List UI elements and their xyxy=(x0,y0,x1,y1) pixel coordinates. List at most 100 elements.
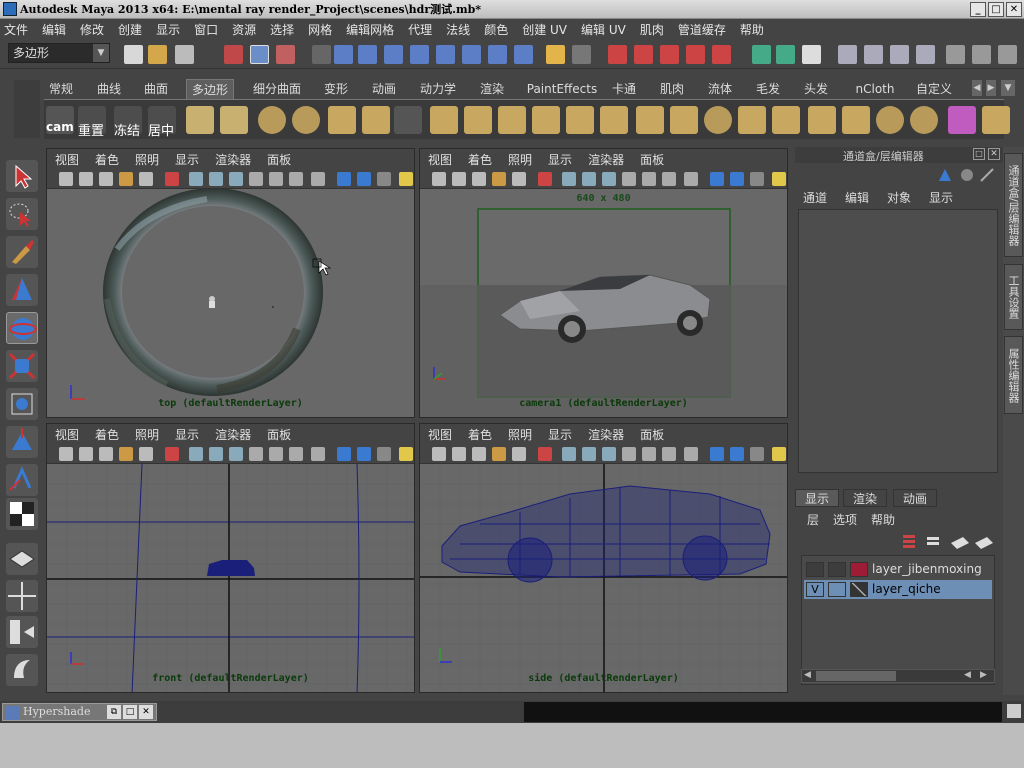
xray-joints-icon[interactable] xyxy=(750,447,764,461)
resolution-gate-icon[interactable] xyxy=(311,447,325,461)
isolate-select-icon[interactable] xyxy=(337,447,351,461)
isolate-select-icon[interactable] xyxy=(710,447,724,461)
mask-icon[interactable] xyxy=(312,45,331,64)
toggle-attribute-editor-icon[interactable] xyxy=(998,45,1017,64)
select-rendering-icon[interactable] xyxy=(488,45,507,64)
camera-attributes-icon[interactable] xyxy=(452,172,466,186)
maximize-icon[interactable]: □ xyxy=(123,705,137,719)
select-tool-icon[interactable] xyxy=(6,160,38,192)
wire-on-shaded-icon[interactable] xyxy=(602,447,616,461)
resolution-gate-icon[interactable] xyxy=(684,447,698,461)
cylinder-2-icon[interactable] xyxy=(464,106,492,134)
camera-select-icon[interactable] xyxy=(432,172,446,186)
select-hierarchy-icon[interactable] xyxy=(224,45,243,64)
smooth-shade-icon[interactable] xyxy=(582,447,596,461)
maya-logo-button-icon[interactable] xyxy=(6,654,38,686)
textured-icon[interactable] xyxy=(622,447,636,461)
grease-pencil-icon[interactable] xyxy=(165,172,179,186)
sphere-icon[interactable] xyxy=(258,106,286,134)
shelf-tab[interactable]: nCloth xyxy=(852,79,898,99)
shelf-tab[interactable]: 渲染 xyxy=(474,79,510,99)
last-tool-icon[interactable] xyxy=(6,498,38,530)
viewport-camera-content[interactable]: 640 x 480 camera1 (defaultRenderLayer) xyxy=(420,189,787,417)
menu-item[interactable]: 创建 UV xyxy=(522,21,567,38)
viewport-menu-item[interactable]: 显示 xyxy=(548,426,572,443)
four-view-layout-icon[interactable] xyxy=(6,580,38,612)
camera-attributes-icon[interactable] xyxy=(79,447,93,461)
xray-joints-icon[interactable] xyxy=(377,172,391,186)
shelf-tab[interactable]: 卡通 xyxy=(606,79,642,99)
select-component-icon[interactable] xyxy=(276,45,295,64)
scroll-left-end-icon[interactable]: ◀ xyxy=(964,670,971,680)
shadows-icon[interactable] xyxy=(289,447,303,461)
select-deformations-icon[interactable] xyxy=(436,45,455,64)
grease-pencil-icon[interactable] xyxy=(165,447,179,461)
bevel-icon[interactable] xyxy=(842,106,870,134)
xray-icon[interactable] xyxy=(357,447,371,461)
menu-item[interactable]: 创建 xyxy=(118,21,142,38)
resolution-gate-icon[interactable] xyxy=(311,172,325,186)
camera-select-icon[interactable] xyxy=(59,447,73,461)
bookmarks-icon[interactable] xyxy=(472,172,486,186)
snap-grid-icon[interactable] xyxy=(608,45,627,64)
viewport-menu-item[interactable]: 渲染器 xyxy=(588,151,624,168)
viewport-front[interactable]: 视图 着色 照明 显示 渲染器 面板 front (defaultRenderLayer) xyxy=(46,423,415,693)
layer-type-toggle[interactable] xyxy=(828,582,846,597)
resolution-gate-icon[interactable] xyxy=(684,172,698,186)
image-plane-icon[interactable] xyxy=(492,447,506,461)
construction-history-icon[interactable] xyxy=(802,45,821,64)
image-plane-icon[interactable] xyxy=(119,447,133,461)
wire-on-shaded-icon[interactable] xyxy=(602,172,616,186)
lights-icon[interactable] xyxy=(269,172,283,186)
output-ops-icon[interactable] xyxy=(776,45,795,64)
camera-select-icon[interactable] xyxy=(59,172,73,186)
float-panel-icon[interactable]: □ xyxy=(973,148,985,160)
scroll-left-icon[interactable]: ◀ xyxy=(804,670,811,680)
image-plane-icon[interactable] xyxy=(492,172,506,186)
2d-pan-zoom-icon[interactable] xyxy=(139,447,153,461)
scale-tool-icon[interactable] xyxy=(6,350,38,382)
xray-icon[interactable] xyxy=(730,447,744,461)
viewport-menu-item[interactable]: 渲染器 xyxy=(215,151,251,168)
menu-item[interactable]: 编辑网格 xyxy=(346,21,394,38)
viewport-menu-item[interactable]: 照明 xyxy=(135,426,159,443)
toggle-channel-box-icon[interactable] xyxy=(946,45,965,64)
viewport-menu-item[interactable]: 视图 xyxy=(55,426,79,443)
isolate-select-icon[interactable] xyxy=(337,172,351,186)
shadows-icon[interactable] xyxy=(662,172,676,186)
menu-item[interactable]: 修改 xyxy=(80,21,104,38)
shadows-icon[interactable] xyxy=(289,172,303,186)
menu-item[interactable]: 肌肉 xyxy=(640,21,664,38)
soccer-ball-icon[interactable] xyxy=(704,106,732,134)
ambient-occlusion-icon[interactable] xyxy=(399,172,413,186)
open-scene-icon[interactable] xyxy=(148,45,167,64)
shelf-tool-icon[interactable] xyxy=(394,106,422,134)
grease-pencil-icon[interactable] xyxy=(538,172,552,186)
side-tab[interactable]: 属性编辑器 xyxy=(1004,336,1023,414)
menu-item[interactable]: 文件 xyxy=(4,21,28,38)
layer-color-swatch[interactable] xyxy=(850,582,868,597)
bookmarks-icon[interactable] xyxy=(99,172,113,186)
uv-plane-icon[interactable] xyxy=(220,106,248,134)
layer-row[interactable]: Vlayer_qiche xyxy=(804,580,992,599)
camera-select-icon[interactable] xyxy=(432,447,446,461)
textured-icon[interactable] xyxy=(249,172,263,186)
plane-3-icon[interactable] xyxy=(566,106,594,134)
layer-list-scrollbar[interactable]: ◀ ◀ ▶ xyxy=(801,669,995,683)
close-icon[interactable]: ✕ xyxy=(139,705,153,719)
menu-item[interactable]: 代理 xyxy=(408,21,432,38)
2d-pan-zoom-icon[interactable] xyxy=(139,172,153,186)
wireframe-icon[interactable] xyxy=(189,172,203,186)
shelf-tab[interactable]: 曲线 xyxy=(94,79,124,99)
hypershade-minimized[interactable]: Hypershade ⧉ □ ✕ xyxy=(2,703,157,721)
layer-editor-menu-item[interactable]: 层 xyxy=(807,511,819,528)
scroll-right-icon[interactable]: ▶ xyxy=(980,670,987,680)
shelf-tab[interactable]: 流体 xyxy=(702,79,738,99)
smooth-2-icon[interactable] xyxy=(910,106,938,134)
pyramid-icon[interactable] xyxy=(636,106,664,134)
viewport-camera[interactable]: 视图 着色 照明 显示 渲染器 面板 640 x 480 camera1 (default… xyxy=(419,148,788,418)
snap-view-plane-icon[interactable] xyxy=(686,45,705,64)
layer-editor-tab[interactable]: 动画 xyxy=(893,489,937,507)
viewport-menu-item[interactable]: 照明 xyxy=(135,151,159,168)
layer-type-toggle[interactable] xyxy=(828,562,846,577)
